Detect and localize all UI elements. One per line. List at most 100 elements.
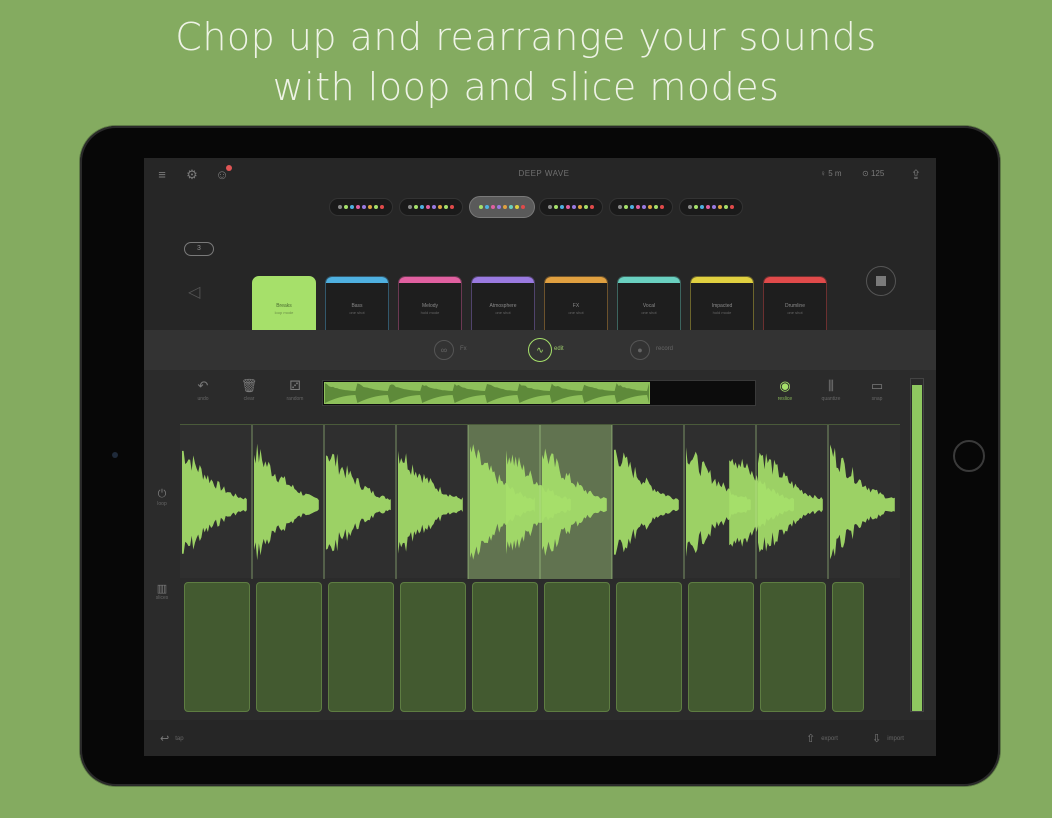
export-label: export: [821, 736, 838, 743]
menu-icon[interactable]: ≡: [154, 167, 170, 183]
pad-name: Bass: [351, 303, 363, 309]
level-readout: ♀ 5 m: [820, 169, 842, 178]
import-button[interactable]: ⇩ import: [872, 732, 904, 745]
bank-dot: [374, 205, 378, 209]
pad-mode: one shot: [787, 310, 803, 315]
bank-dot: [485, 205, 489, 209]
bank-2[interactable]: [399, 198, 463, 216]
undo-label: undo: [197, 396, 209, 402]
waveform-transient: [182, 450, 247, 554]
slice-pad-3[interactable]: [328, 582, 394, 712]
bank-dot: [624, 205, 628, 209]
mode-label: record: [656, 346, 674, 352]
notification-icon[interactable]: ☺: [214, 165, 232, 183]
home-button[interactable]: [953, 440, 985, 472]
bank-4[interactable]: [539, 198, 603, 216]
bank-dots: [548, 205, 594, 210]
clear-button[interactable]: 🗑 clear: [232, 378, 266, 402]
tempo-value: 125: [870, 169, 885, 178]
waveform-transient: [254, 443, 319, 561]
bank-dot: [368, 205, 372, 209]
loop-toggle[interactable]: ⏻ loop: [152, 488, 172, 507]
bank-dot: [618, 205, 622, 209]
waveform: [182, 425, 895, 579]
bank-dot: [712, 205, 716, 209]
mode-icon: ●: [630, 340, 650, 360]
waveform-transient: [398, 450, 463, 554]
pad-color-strip: [764, 277, 826, 283]
slice-pads: [180, 582, 900, 712]
bank-dot: [572, 205, 576, 209]
pad-color-strip: [472, 277, 534, 283]
pad-mode: hold mode: [420, 310, 440, 315]
undo-button[interactable]: ↶ undo: [186, 378, 220, 402]
bank-dots: [479, 205, 525, 210]
bank-dot: [356, 205, 360, 209]
bank-dot: [584, 205, 588, 209]
pad-mode: one shot: [495, 310, 511, 315]
pad-color-strip: [545, 277, 607, 283]
slices-toggle[interactable]: ▥ slices: [152, 582, 172, 601]
export-button[interactable]: ⇧ export: [806, 732, 838, 745]
bank-dot: [450, 205, 454, 209]
bank-dot: [503, 205, 507, 209]
bank-dot: [694, 205, 698, 209]
slice-pad-6[interactable]: [544, 582, 610, 712]
bank-dot: [548, 205, 552, 209]
waveform-overview[interactable]: [322, 380, 756, 406]
bank-dot: [362, 205, 366, 209]
volume-meter[interactable]: [910, 378, 924, 712]
speaker-icon[interactable]: ◁: [188, 282, 200, 302]
bank-dot: [338, 205, 342, 209]
random-button[interactable]: ⚂ random: [278, 378, 312, 402]
power-icon: ⏻: [157, 488, 167, 500]
waveform-transient: [758, 452, 823, 553]
slice-editor: ↶ undo 🗑 clear ⚂ random ◉ reslice ⫼ quantize ▭ sna…: [144, 370, 936, 720]
slice-pad-7[interactable]: [616, 582, 682, 712]
pad-mode: hold mode: [712, 310, 732, 315]
bank-dot: [497, 205, 501, 209]
mode-icon: ∿: [528, 338, 552, 362]
pad-name: Melody: [421, 303, 439, 309]
slice-pad-4[interactable]: [400, 582, 466, 712]
bank-dot: [414, 205, 418, 209]
level-value: 5 m: [828, 169, 842, 178]
slice-pad-1[interactable]: [184, 582, 250, 712]
tap-button[interactable]: ↩ tap: [160, 732, 184, 745]
export-icon: ⇧: [806, 733, 816, 745]
share-icon[interactable]: ⇪: [908, 167, 924, 183]
bank-3[interactable]: [469, 196, 535, 218]
bank-1[interactable]: [329, 198, 393, 216]
settings-icon[interactable]: ⚙: [184, 167, 200, 183]
reslice-button[interactable]: ◉ reslice: [768, 378, 802, 402]
slice-pad-10[interactable]: [832, 582, 865, 712]
tap-label: tap: [175, 736, 184, 743]
slice-pad-5[interactable]: [472, 582, 538, 712]
bank-dot: [590, 205, 594, 209]
quantize-label: quantize: [821, 396, 841, 402]
bank-6[interactable]: [679, 198, 743, 216]
import-icon: ⇩: [872, 733, 882, 745]
slice-pad-2[interactable]: [256, 582, 322, 712]
slice-pad-8[interactable]: [688, 582, 754, 712]
quantize-icon: ⫼: [828, 378, 834, 393]
pad-color-strip: [399, 277, 461, 283]
pad-name: Vocal: [642, 303, 656, 309]
bank-dot: [730, 205, 734, 209]
slice-pad-9[interactable]: [760, 582, 826, 712]
waveform-display[interactable]: [180, 424, 900, 579]
tablet-frame: ≡ ⚙ ☺ DEEP WAVE ♀ 5 m ⊙ 125 ⇪ 3 ◁ Breaks…: [80, 126, 1000, 786]
quantize-button[interactable]: ⫼ quantize: [814, 378, 848, 402]
pad-mode: one shot: [349, 310, 365, 315]
bank-dot: [509, 205, 513, 209]
columns-icon: ▥: [156, 583, 168, 595]
app-screen: ≡ ⚙ ☺ DEEP WAVE ♀ 5 m ⊙ 125 ⇪ 3 ◁ Breaks…: [144, 158, 936, 756]
pad-mode: one shot: [641, 310, 657, 315]
tempo-readout[interactable]: ⊙ 125: [862, 169, 884, 178]
bank-5[interactable]: [609, 198, 673, 216]
bank-dots: [408, 205, 454, 210]
page-toggle[interactable]: 3: [184, 242, 214, 256]
bank-dot: [560, 205, 564, 209]
snap-button[interactable]: ▭ snap: [860, 378, 894, 402]
stop-button[interactable]: [866, 266, 896, 296]
